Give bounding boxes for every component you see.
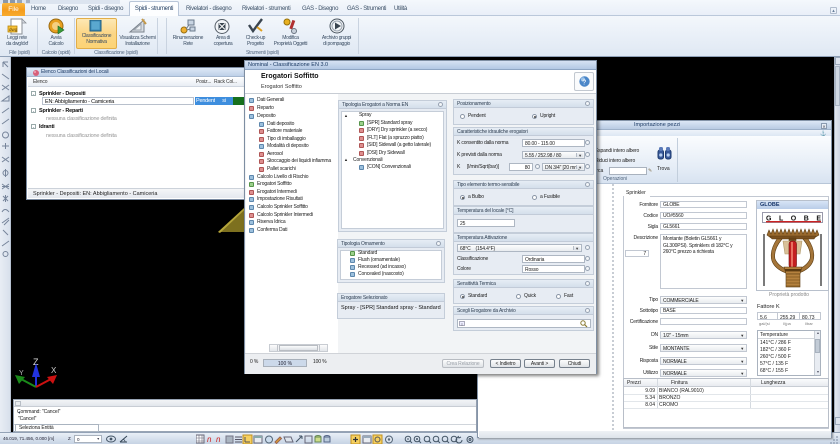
svg-text:dwg: dwg [9, 27, 18, 32]
svg-text:n: n [216, 435, 221, 444]
svg-text:n: n [207, 435, 212, 444]
svg-text:X: X [51, 366, 57, 375]
svg-text:?: ? [582, 79, 586, 86]
